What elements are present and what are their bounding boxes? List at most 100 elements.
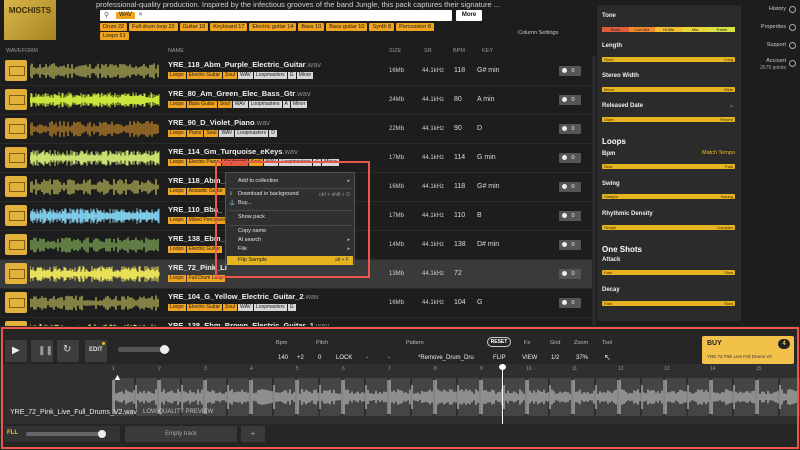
sample-tag[interactable]: Loops: [168, 304, 186, 311]
sample-tag[interactable]: Piano: [186, 130, 204, 137]
pack-thumbnail[interactable]: [5, 89, 27, 110]
sample-tag[interactable]: Loops: [168, 159, 186, 166]
add-to-collection-button[interactable]: 0: [559, 124, 581, 134]
sample-name[interactable]: YRE_90_D_Violet_Piano.wav: [168, 118, 270, 127]
column-header-waveform[interactable]: WAVEFORM: [6, 48, 38, 54]
nav-account[interactable]: Account: [766, 58, 786, 64]
sample-name[interactable]: YRE_118_Abm_Purple_Electric_Guitar.wav: [168, 60, 321, 69]
menu-item-flip-sample[interactable]: Flip Sample alt + F: [227, 256, 353, 265]
tag-chip[interactable]: Keyboard 17: [210, 23, 248, 31]
sample-tag[interactable]: D: [269, 130, 277, 137]
sample-name[interactable]: YRE_114_Gm_Turquoise_eKeys.wav: [168, 147, 298, 156]
filter-chip-wav[interactable]: WAV: [116, 12, 135, 19]
sample-tag[interactable]: Bass Guitar: [186, 101, 217, 108]
history-icon[interactable]: [789, 6, 796, 13]
sample-name[interactable]: YRE_80_Am_Green_Elec_Bass_Gtr.wav: [168, 89, 311, 98]
account-icon[interactable]: [789, 60, 796, 67]
rhythmic-density-slider[interactable]: Simple Complex: [602, 225, 735, 230]
row-waveform[interactable]: [30, 295, 160, 311]
row-waveform[interactable]: [30, 179, 160, 195]
released-date-slider[interactable]: Older Recent: [602, 117, 735, 122]
tag-chip[interactable]: Synth 8: [369, 23, 395, 31]
menu-item-ai-search[interactable]: AI search: [238, 237, 261, 243]
column-header-key[interactable]: KEY: [482, 48, 493, 54]
sample-tag[interactable]: Electric Guitar: [186, 304, 223, 311]
sample-tag[interactable]: G: [287, 72, 296, 79]
column-header-size[interactable]: SIZE: [389, 48, 401, 54]
sample-tag[interactable]: Loops: [168, 275, 186, 282]
sample-row[interactable]: YRE_104_G_Yellow_Electric_Guitar_2.wav Lo…: [0, 289, 593, 318]
tag-chip[interactable]: Bass 10: [298, 23, 325, 31]
match-tempo-toggle[interactable]: Match Tempo: [702, 150, 735, 156]
sample-tag[interactable]: Minor: [296, 72, 314, 79]
tone-hi-mid[interactable]: Hi-Mid: [655, 27, 682, 32]
menu-item-add-to-collection[interactable]: Add to collection: [238, 178, 278, 184]
sample-tag[interactable]: Electric Guitar: [186, 72, 223, 79]
sample-tag[interactable]: WAV: [238, 72, 253, 79]
decay-slider[interactable]: Fast Slow: [602, 301, 735, 306]
column-header-name[interactable]: NAME: [168, 48, 184, 54]
add-to-collection-button[interactable]: 0: [559, 298, 581, 308]
tag-chip[interactable]: Loops 61: [100, 32, 129, 40]
row-waveform[interactable]: [30, 63, 160, 79]
pack-cover-image[interactable]: MOCHISTS: [4, 0, 56, 40]
add-to-collection-button[interactable]: 0: [559, 182, 581, 192]
nav-properties[interactable]: Properties: [761, 24, 786, 30]
add-to-collection-button[interactable]: 0: [559, 240, 581, 250]
sample-tag[interactable]: Loops: [168, 130, 186, 137]
sample-tag[interactable]: Loopmasters: [253, 72, 287, 79]
nav-support[interactable]: Support: [767, 42, 786, 48]
add-to-collection-button[interactable]: 0: [559, 95, 581, 105]
pack-thumbnail[interactable]: [5, 147, 27, 168]
chevron-down-icon[interactable]: ⌄: [729, 102, 734, 109]
sample-tag[interactable]: Minor: [290, 101, 308, 108]
tone-treble[interactable]: Treble: [708, 27, 735, 32]
pack-thumbnail[interactable]: [5, 176, 27, 197]
tone-low-mid[interactable]: Low Mid: [628, 27, 656, 32]
tag-chip[interactable]: Percussion 8: [396, 23, 434, 31]
pack-thumbnail[interactable]: [5, 263, 27, 284]
properties-icon[interactable]: [789, 24, 796, 31]
tag-chip[interactable]: Full drum loop 22: [129, 23, 178, 31]
menu-item-buy[interactable]: Buy...: [238, 200, 252, 206]
tag-chip[interactable]: Bass guitar 10: [326, 23, 368, 31]
swing-slider[interactable]: Straight Swung: [602, 194, 735, 199]
list-scrollbar[interactable]: [592, 56, 596, 326]
sample-row[interactable]: YRE_118_Abm_Purple_Electric_Guitar.wav Lo…: [0, 57, 593, 86]
sample-tag[interactable]: Soul: [217, 101, 232, 108]
pack-thumbnail[interactable]: [5, 60, 27, 81]
tone-mid[interactable]: Mid: [681, 27, 709, 32]
tag-chip[interactable]: Electric guitar 14: [249, 23, 297, 31]
add-to-collection-button[interactable]: 0: [559, 269, 581, 279]
add-to-collection-button[interactable]: 0: [559, 153, 581, 163]
sample-tag[interactable]: Loopmasters: [248, 101, 282, 108]
menu-item-file[interactable]: File: [238, 246, 247, 252]
sample-tag[interactable]: G: [287, 304, 296, 311]
more-button[interactable]: More: [456, 10, 482, 21]
menu-item-show-pack[interactable]: Show pack: [238, 214, 265, 220]
sample-tag[interactable]: Loops: [168, 188, 186, 195]
row-waveform[interactable]: [30, 121, 160, 137]
tone-bass[interactable]: Bass: [602, 27, 629, 32]
support-icon[interactable]: [789, 42, 796, 49]
bpm-slider[interactable]: Slow Fast: [602, 164, 735, 169]
tag-chip[interactable]: Guitar 18: [179, 23, 209, 31]
attack-slider[interactable]: Fast Slow: [602, 270, 735, 275]
sample-tag[interactable]: Loopmasters: [235, 130, 269, 137]
column-header-bpm[interactable]: BPM: [453, 48, 465, 54]
pack-thumbnail[interactable]: [5, 118, 27, 139]
menu-item-copy-name[interactable]: Copy name: [238, 228, 266, 234]
pack-thumbnail[interactable]: [5, 205, 27, 226]
sample-tag[interactable]: WAV: [219, 130, 235, 137]
column-settings-link[interactable]: Column Settings: [518, 30, 558, 36]
pack-thumbnail[interactable]: [5, 234, 27, 255]
sample-tag[interactable]: WAV: [238, 304, 253, 311]
sample-tag[interactable]: Loops: [168, 217, 186, 224]
sample-tag[interactable]: Soul: [204, 130, 219, 137]
tone-selector[interactable]: Bass Low Mid Hi-Mid Mid Treble: [602, 27, 735, 32]
tag-chip[interactable]: Drum 22: [100, 23, 128, 31]
sample-tag[interactable]: Loops: [168, 101, 186, 108]
menu-item-download-background[interactable]: Download in background: [238, 191, 299, 197]
search-filter-input[interactable]: ⚲ WAV ✕: [100, 10, 452, 21]
row-waveform[interactable]: [30, 92, 160, 108]
